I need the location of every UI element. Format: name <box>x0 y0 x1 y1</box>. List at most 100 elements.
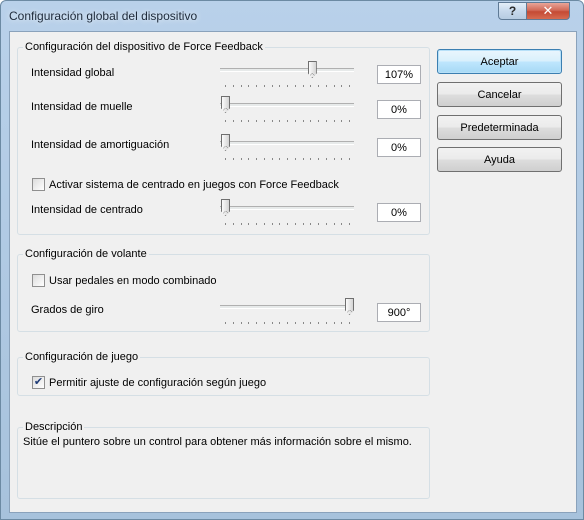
slider-tick <box>325 158 327 160</box>
slider-tick <box>256 158 257 160</box>
slider-tick <box>333 158 335 160</box>
combined-pedals-row[interactable]: Usar pedales en modo combinado <box>32 274 217 287</box>
slider-tick <box>232 322 234 324</box>
slider-tick <box>341 85 343 87</box>
slider-tick <box>294 85 296 87</box>
centering-checkbox-row[interactable]: Activar sistema de centrado en juegos co… <box>32 178 339 191</box>
slider-track[interactable] <box>220 305 354 309</box>
centering-checkbox[interactable] <box>32 178 45 191</box>
slider-thumb[interactable] <box>345 298 354 315</box>
damping-intensity-slider[interactable] <box>220 133 354 163</box>
centering-intensity-label: Intensidad de centrado <box>31 204 143 216</box>
centering-checkbox-label: Activar sistema de centrado en juegos co… <box>49 178 339 191</box>
slider-thumb[interactable] <box>307 61 317 78</box>
slider-tick <box>349 85 350 87</box>
slider-tick <box>232 85 234 87</box>
slider-tick <box>240 120 242 122</box>
slider-tick <box>248 223 250 225</box>
slider-tick <box>240 223 242 225</box>
slider-tick <box>349 158 350 160</box>
slider-thumb[interactable] <box>221 134 230 151</box>
global-intensity-slider[interactable] <box>220 60 354 90</box>
slider-tick <box>248 120 250 122</box>
slider-ticks <box>220 322 354 325</box>
slider-tick <box>263 158 265 160</box>
slider-tick <box>248 85 250 87</box>
accept-button[interactable]: Aceptar <box>437 49 562 74</box>
rotation-degrees-slider[interactable] <box>220 297 354 327</box>
slider-tick <box>333 223 335 225</box>
slider-tick <box>279 120 281 122</box>
slider-tick <box>318 322 319 324</box>
slider-tick <box>341 223 343 225</box>
spring-intensity-slider[interactable] <box>220 95 354 125</box>
group-title-game: Configuración de juego <box>23 351 141 363</box>
slider-tick <box>263 223 265 225</box>
slider-tick <box>225 322 226 324</box>
slider-track[interactable] <box>220 103 354 107</box>
slider-ticks <box>220 223 354 226</box>
help-button[interactable]: Ayuda <box>437 147 562 172</box>
slider-tick <box>256 85 257 87</box>
slider-tick <box>256 223 257 225</box>
slider-tick <box>225 223 226 225</box>
dialog-window: Configuración global del dispositivo ? ✕… <box>0 0 584 520</box>
question-icon: ? <box>508 4 517 18</box>
title-bar[interactable]: Configuración global del dispositivo ? ✕ <box>1 1 583 31</box>
slider-tick <box>294 223 296 225</box>
slider-tick <box>271 120 273 122</box>
slider-thumb[interactable] <box>221 96 230 113</box>
slider-tick <box>279 85 281 87</box>
allow-adjust-row[interactable]: ✔ Permitir ajuste de configuración según… <box>32 376 266 389</box>
slider-tick <box>248 158 250 160</box>
slider-tick <box>341 158 343 160</box>
defaults-button[interactable]: Predeterminada <box>437 115 562 140</box>
slider-tick <box>271 223 273 225</box>
centering-intensity-slider[interactable] <box>220 198 354 228</box>
slider-tick <box>240 158 242 160</box>
slider-thumb[interactable] <box>221 199 230 216</box>
combined-pedals-checkbox[interactable] <box>32 274 45 287</box>
slider-tick <box>287 85 288 87</box>
slider-tick <box>302 223 304 225</box>
allow-adjust-label: Permitir ajuste de configuración según j… <box>49 376 267 389</box>
cancel-button[interactable]: Cancelar <box>437 82 562 107</box>
slider-tick <box>287 120 288 122</box>
slider-ticks <box>220 85 354 88</box>
slider-tick <box>349 120 350 122</box>
combined-pedals-label: Usar pedales en modo combinado <box>49 274 217 287</box>
group-title-force-feedback: Configuración del dispositivo de Force F… <box>23 41 265 53</box>
slider-tick <box>279 158 281 160</box>
slider-track[interactable] <box>220 68 354 72</box>
slider-tick <box>287 322 288 324</box>
slider-tick <box>232 223 234 225</box>
group-title-description: Descripción <box>23 421 85 433</box>
slider-tick <box>341 120 343 122</box>
slider-tick <box>279 223 281 225</box>
damping-intensity-value: 0% <box>377 138 421 157</box>
slider-ticks <box>220 120 354 123</box>
slider-tick <box>341 322 343 324</box>
slider-tick <box>310 158 312 160</box>
slider-tick <box>279 322 281 324</box>
slider-tick <box>294 158 296 160</box>
allow-adjust-checkbox[interactable]: ✔ <box>32 376 45 389</box>
slider-tick <box>318 120 319 122</box>
slider-tick <box>325 85 327 87</box>
slider-tick <box>225 158 226 160</box>
slider-track[interactable] <box>220 141 354 145</box>
slider-tick <box>333 120 335 122</box>
slider-tick <box>225 120 226 122</box>
slider-track[interactable] <box>220 206 354 210</box>
slider-tick <box>240 85 242 87</box>
close-icon: ✕ <box>542 3 554 18</box>
slider-tick <box>287 158 288 160</box>
close-button[interactable]: ✕ <box>526 2 570 20</box>
help-title-button[interactable]: ? <box>498 2 527 20</box>
slider-tick <box>248 322 250 324</box>
slider-tick <box>333 322 335 324</box>
damping-intensity-label: Intensidad de amortiguación <box>31 139 170 151</box>
slider-tick <box>310 85 312 87</box>
slider-tick <box>325 120 327 122</box>
slider-tick <box>349 322 350 324</box>
